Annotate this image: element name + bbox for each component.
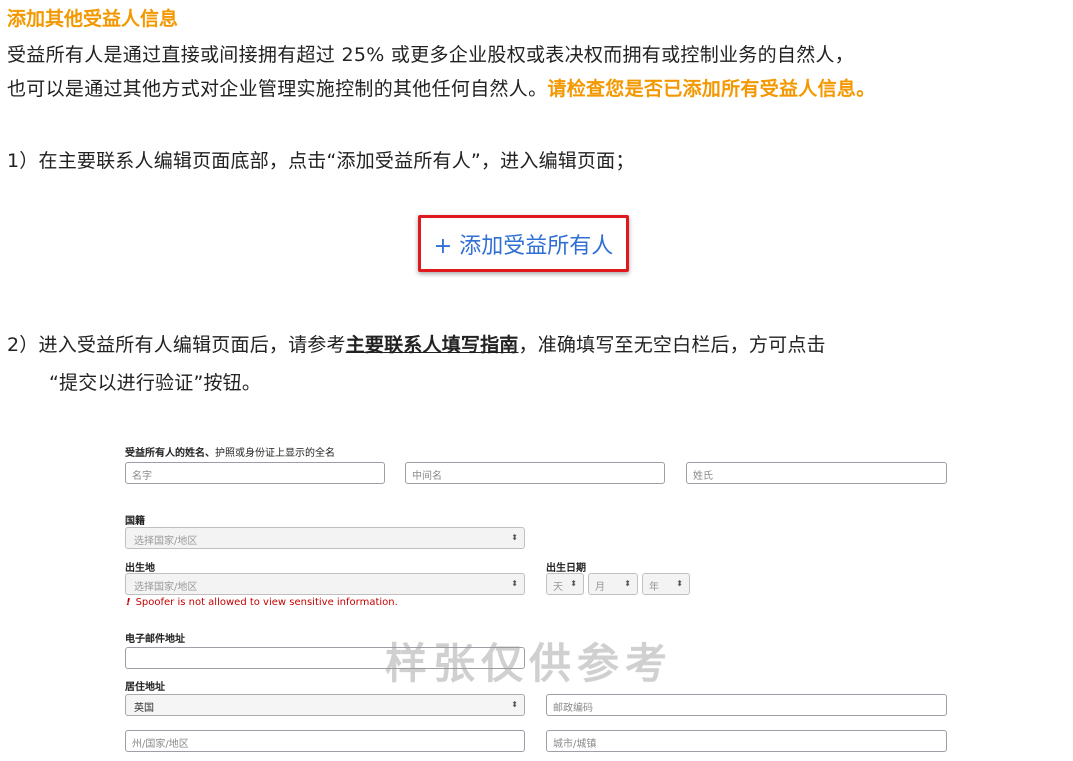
intro-paragraph: 受益所有人是通过直接或间接拥有超过 25% 或更多企业股权或表决权而拥有或控制业… (7, 38, 1073, 106)
first-name-input[interactable]: 名字 (125, 462, 385, 484)
birthplace-select[interactable]: 选择国家/地区 ⬍ (125, 573, 525, 595)
primary-contact-guide-link[interactable]: 主要联系人填写指南 (346, 334, 519, 356)
country-select[interactable]: 英国 ⬍ (125, 694, 525, 716)
name-label-rest: 护照或身份证上显示的全名 (215, 448, 335, 459)
birth-day-value: 天 (553, 582, 563, 593)
birth-year-value: 年 (649, 582, 659, 593)
select-arrow-icon: ⬍ (511, 700, 518, 709)
intro-line-2-text: 也可以是通过其他方式对企业管理实施控制的其他任何自然人。 (7, 78, 548, 100)
nationality-select-value: 选择国家/地区 (134, 536, 198, 547)
intro-line-1: 受益所有人是通过直接或间接拥有超过 25% 或更多企业股权或表决权而拥有或控制业… (7, 44, 855, 66)
step-2-text: 2）进入受益所有人编辑页面后，请参考主要联系人填写指南，准确填写至无空白栏后，方… (7, 326, 826, 402)
name-label: 受益所有人的姓名、护照或身份证上显示的全名 (125, 444, 335, 459)
postal-code-input[interactable]: 邮政编码 (546, 694, 947, 716)
select-arrow-icon: ⬍ (624, 579, 631, 588)
step-1-text: 1）在主要联系人编辑页面底部，点击“添加受益所有人”，进入编辑页面； (7, 150, 635, 172)
middle-name-input[interactable]: 中间名 (405, 462, 665, 484)
select-arrow-icon: ⬍ (511, 579, 518, 588)
nationality-label: 国籍 (125, 516, 145, 527)
birth-year-select[interactable]: 年 ⬍ (642, 573, 690, 595)
birthplace-select-value: 选择国家/地区 (134, 582, 198, 593)
step-2-line-1: 2）进入受益所有人编辑页面后，请参考主要联系人填写指南，准确填写至无空白栏后，方… (7, 326, 826, 364)
error-text: Spoofer is not allowed to view sensitive… (135, 597, 398, 608)
email-label: 电子邮件地址 (125, 634, 185, 645)
city-input[interactable]: 城市/城镇 (546, 730, 947, 752)
section-title: 添加其他受益人信息 (7, 8, 179, 30)
address-label: 居住地址 (125, 682, 165, 693)
intro-line-2: 也可以是通过其他方式对企业管理实施控制的其他任何自然人。请检查您是否已添加所有受… (7, 72, 1073, 106)
country-select-value: 英国 (134, 703, 154, 714)
add-beneficiary-button-highlight[interactable]: + 添加受益所有人 (418, 215, 629, 272)
step-2-prefix: 2）进入受益所有人编辑页面后，请参考 (7, 334, 346, 356)
state-input[interactable]: 州/国家/地区 (125, 730, 525, 752)
birth-month-value: 月 (595, 582, 605, 593)
add-beneficiary-button[interactable]: + 添加受益所有人 (434, 228, 613, 260)
sample-watermark: 样张仅供参考 (385, 639, 674, 688)
intro-highlight: 请检查您是否已添加所有受益人信息。 (547, 78, 876, 100)
step-2-line-2: “提交以进行验证”按钮。 (49, 372, 262, 394)
birth-month-select[interactable]: 月 ⬍ (588, 573, 638, 595)
error-icon: ! (126, 597, 131, 608)
step-2-suffix: ，准确填写至无空白栏后，方可点击 (518, 334, 826, 356)
birthplace-label: 出生地 (125, 563, 155, 574)
name-label-bold: 受益所有人的姓名、 (125, 448, 215, 459)
select-arrow-icon: ⬍ (511, 533, 518, 542)
error-message: ! Spoofer is not allowed to view sensitiv… (126, 597, 398, 608)
select-arrow-icon: ⬍ (570, 579, 577, 588)
birth-day-select[interactable]: 天 ⬍ (546, 573, 584, 595)
birthdate-label: 出生日期 (546, 563, 586, 574)
last-name-input[interactable]: 姓氏 (686, 462, 947, 484)
select-arrow-icon: ⬍ (676, 579, 683, 588)
nationality-select[interactable]: 选择国家/地区 ⬍ (125, 527, 525, 549)
